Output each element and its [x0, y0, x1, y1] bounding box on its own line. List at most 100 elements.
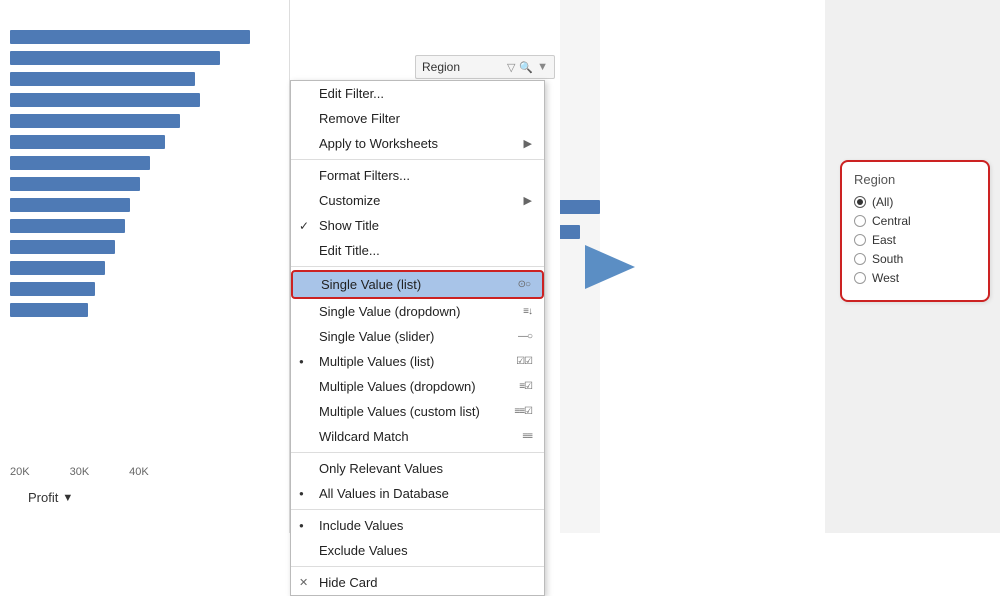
region-title: Region [854, 172, 976, 187]
menu-item-customize[interactable]: Customize ▶ [291, 188, 544, 213]
menu-item-multiple-values-custom[interactable]: Multiple Values (custom list)≡≡☑ [291, 399, 544, 424]
menu-item-wildcard-match[interactable]: Wildcard Match≡≡ [291, 424, 544, 449]
region-option[interactable]: East [854, 233, 976, 247]
context-menu: Edit Filter... Remove Filter Apply to Work… [290, 80, 545, 596]
bar [10, 261, 105, 275]
bar-row [10, 72, 280, 86]
chart-area: 20K 30K 40K Profit ▼ [0, 0, 290, 533]
bar [10, 72, 195, 86]
submenu-arrow-icon: ▶ [524, 194, 532, 207]
bar [10, 240, 115, 254]
menu-item-label: Only Relevant Values [319, 461, 443, 476]
x-label: 30K [70, 466, 90, 478]
bar-row [10, 93, 280, 107]
region-option[interactable]: South [854, 252, 976, 266]
menu-item-multiple-values-dropdown[interactable]: Multiple Values (dropdown) ≡☑ [291, 374, 544, 399]
bar [10, 93, 200, 107]
radio-button[interactable] [854, 196, 866, 208]
radio-button[interactable] [854, 234, 866, 246]
arrow [580, 247, 640, 287]
bar [10, 156, 150, 170]
region-option[interactable]: West [854, 271, 976, 285]
bar-row [10, 114, 280, 128]
menu-item-single-value-list[interactable]: Single Value (list) ⊙○ [291, 270, 544, 299]
menu-item-single-value-dropdown[interactable]: Single Value (dropdown) ≡↓ [291, 299, 544, 324]
menu-item-apply-worksheets[interactable]: Apply to Worksheets ▶ [291, 131, 544, 156]
x-label: 40K [129, 466, 149, 478]
menu-separator [291, 452, 544, 453]
menu-item-format-filters[interactable]: Format Filters... [291, 163, 544, 188]
radio-button[interactable] [854, 253, 866, 265]
filter-icon: ▼ [62, 492, 73, 504]
menu-item-label: Single Value (list) [321, 277, 421, 292]
menu-item-label: Single Value (dropdown) [319, 304, 460, 319]
menu-item-edit-filter[interactable]: Edit Filter... [291, 81, 544, 106]
region-option-label: East [872, 233, 896, 247]
region-option[interactable]: (All) [854, 195, 976, 209]
menu-item-icon: ≡☑ [519, 381, 532, 392]
menu-item-label: Multiple Values (dropdown) [319, 379, 476, 394]
menu-separator [291, 266, 544, 267]
menu-item-icon: ≡≡☑ [514, 406, 532, 417]
x-icon: ✕ [299, 576, 308, 589]
radio-button[interactable] [854, 272, 866, 284]
menu-item-multiple-values-list[interactable]: Multiple Values (list)☑☑ [291, 349, 544, 374]
menu-item-remove-filter[interactable]: Remove Filter [291, 106, 544, 131]
menu-item-single-value-slider[interactable]: Single Value (slider)—○ [291, 324, 544, 349]
menu-item-hide-card[interactable]: ✕ Hide Card [291, 570, 544, 595]
bar [10, 114, 180, 128]
bar-row [10, 51, 280, 65]
region-widget: Region (All) Central East South West [840, 160, 990, 302]
region-option[interactable]: Central [854, 214, 976, 228]
bar [10, 30, 250, 44]
menu-item-all-values[interactable]: All Values in Database [291, 481, 544, 506]
menu-item-exclude-values[interactable]: Exclude Values [291, 538, 544, 563]
radio-button[interactable] [854, 215, 866, 227]
x-label: 20K [10, 466, 30, 478]
menu-item-edit-title[interactable]: Edit Title... [291, 238, 544, 263]
bar-row [10, 198, 280, 212]
menu-item-label: Hide Card [319, 575, 378, 590]
filter-header[interactable]: Region ▽ 🔍 ▼ [415, 55, 555, 79]
menu-item-label: Apply to Worksheets [319, 136, 438, 151]
menu-item-icon: —○ [518, 331, 532, 342]
menu-item-icon: ≡↓ [523, 306, 532, 317]
bar-row [10, 177, 280, 191]
bar [10, 135, 165, 149]
bar [10, 177, 140, 191]
submenu-arrow-icon: ▶ [524, 137, 532, 150]
menu-item-label: Remove Filter [319, 111, 400, 126]
profit-text: Profit [28, 490, 58, 505]
bar-row [10, 282, 280, 296]
filter-dropdown-icon: ▼ [537, 61, 548, 73]
menu-separator [291, 509, 544, 510]
bar [10, 219, 125, 233]
region-option-label: Central [872, 214, 911, 228]
menu-item-show-title[interactable]: ✓ Show Title [291, 213, 544, 238]
dropdown-area: Region ▽ 🔍 ▼ Edit Filter... Remove Filter… [290, 0, 560, 533]
bar-row [10, 219, 280, 233]
menu-item-label: Format Filters... [319, 168, 410, 183]
menu-item-label: Include Values [319, 518, 403, 533]
menu-item-label: Show Title [319, 218, 379, 233]
check-mark: ✓ [299, 219, 309, 233]
bar-row [10, 303, 280, 317]
menu-separator [291, 566, 544, 567]
menu-item-label: All Values in Database [319, 486, 449, 501]
bar [10, 303, 88, 317]
bar-row [10, 240, 280, 254]
profit-label: Profit ▼ [28, 490, 73, 505]
arrow-shape [585, 245, 635, 289]
menu-item-only-relevant[interactable]: Only Relevant Values [291, 456, 544, 481]
filter-title: Region [422, 60, 503, 74]
menu-item-label: Customize [319, 193, 380, 208]
region-option-label: South [872, 252, 903, 266]
bar [10, 282, 95, 296]
menu-item-label: Multiple Values (list) [319, 354, 434, 369]
region-option-label: West [872, 271, 899, 285]
bar [10, 51, 220, 65]
menu-item-icon: ⊙○ [518, 279, 530, 290]
bar-row [10, 135, 280, 149]
menu-item-include-values[interactable]: Include Values [291, 513, 544, 538]
menu-item-label: Edit Filter... [319, 86, 384, 101]
